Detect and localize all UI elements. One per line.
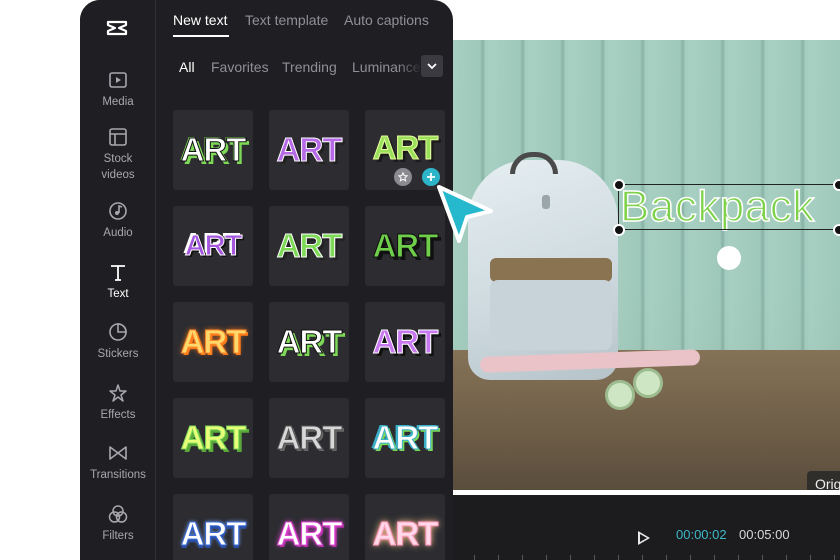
stickers-icon <box>109 323 127 341</box>
text-style-tile[interactable]: ART <box>365 302 445 382</box>
sidebar-item-transitions[interactable]: Transitions <box>80 443 156 483</box>
sidebar-item-label: Filters <box>102 530 134 542</box>
timeline-ruler[interactable] <box>450 555 840 560</box>
resize-handle-top-left[interactable] <box>613 179 625 191</box>
sidebar-item-effects[interactable]: Effects <box>80 383 156 423</box>
sidebar-item-filters[interactable]: Filters <box>80 504 156 544</box>
category-trending[interactable]: Trending <box>282 59 337 75</box>
stock-videos-icon <box>109 128 127 146</box>
capcut-logo-icon <box>106 20 128 36</box>
text-style-sample: ART <box>276 419 343 457</box>
sidebar-item-label: Stickers <box>97 348 139 360</box>
text-style-tile[interactable]: ART <box>269 494 349 560</box>
video-preview[interactable]: Backpack Orig <box>450 40 840 490</box>
text-style-sample: ART <box>276 227 343 265</box>
chevron-down-icon <box>427 63 437 70</box>
resize-handle-top-right[interactable] <box>833 179 840 191</box>
skateboard-wheel <box>605 380 635 410</box>
plus-icon <box>427 173 435 181</box>
audio-icon <box>109 202 127 220</box>
text-style-tile[interactable]: ART <box>269 398 349 478</box>
text-style-tile[interactable]: ART <box>269 206 349 286</box>
text-style-tile[interactable]: ART <box>173 110 253 190</box>
resize-handle-bottom-left[interactable] <box>613 224 625 236</box>
text-style-sample: ART <box>180 419 247 457</box>
sidebar-item-label: Transitions <box>90 469 146 481</box>
media-icon <box>109 72 127 88</box>
skateboard-wheel <box>633 368 663 398</box>
category-favorites[interactable]: Favorites <box>211 59 269 75</box>
backpack-zipper <box>542 195 550 209</box>
play-icon-inner <box>640 534 647 542</box>
player-controls: 00:00:02 00:05:00 <box>450 495 840 560</box>
text-style-sample: ART <box>180 323 247 361</box>
ratio-badge[interactable]: Orig <box>807 471 840 490</box>
text-style-tile[interactable]: ART <box>365 398 445 478</box>
tab-text-template[interactable]: Text template <box>245 12 328 28</box>
text-style-sample: ART <box>276 131 343 169</box>
sidebar-item-label: Effects <box>100 409 136 421</box>
text-style-sample: ART <box>184 230 243 263</box>
text-style-sample: ART <box>372 323 439 361</box>
sidebar-item-label: Text <box>107 288 129 300</box>
text-panel: Media Stock videos Audio Text Stickers E… <box>80 0 453 560</box>
sidebar-item-label: Stock videos <box>101 153 135 181</box>
pointer-cursor-icon <box>437 185 493 243</box>
effects-icon <box>109 384 127 402</box>
sidebar-item-label: Audio <box>103 227 133 239</box>
tab-auto-captions[interactable]: Auto captions <box>344 12 429 28</box>
text-style-sample: ART <box>372 515 439 553</box>
sidebar-item-media[interactable]: Media <box>80 70 156 110</box>
text-style-sample: ART <box>276 515 343 553</box>
text-style-tile[interactable]: ART <box>173 398 253 478</box>
app-window: Backpack Orig 00:00:02 00:05:00 Media St… <box>0 0 840 560</box>
tab-new-text[interactable]: New text <box>173 12 227 28</box>
text-style-sample: ART <box>180 131 247 169</box>
favorite-button[interactable] <box>394 168 412 186</box>
total-time: 00:05:00 <box>739 527 790 542</box>
category-all[interactable]: All <box>179 59 195 75</box>
current-time: 00:00:02 <box>676 527 727 542</box>
transitions-icon <box>109 446 127 460</box>
text-style-sample: ART <box>180 515 247 553</box>
sidebar-item-stickers[interactable]: Stickers <box>80 322 156 362</box>
active-tab-indicator <box>173 35 229 37</box>
category-fade <box>397 52 423 82</box>
text-icon <box>111 265 125 281</box>
backpack-strap <box>490 258 612 282</box>
text-style-sample: ART <box>276 323 343 361</box>
filters-icon <box>108 505 128 523</box>
star-icon <box>398 172 408 182</box>
sidebar: Media Stock videos Audio Text Stickers E… <box>80 0 156 560</box>
rotate-handle[interactable] <box>717 246 741 270</box>
text-style-tile[interactable]: ART <box>173 494 253 560</box>
text-style-tile[interactable]: ART <box>173 302 253 382</box>
selection-box[interactable] <box>618 184 840 230</box>
sidebar-item-audio[interactable]: Audio <box>80 201 156 241</box>
text-style-tile[interactable]: ART <box>269 110 349 190</box>
resize-handle-bottom-right[interactable] <box>833 224 840 236</box>
sidebar-item-label: Media <box>102 96 134 108</box>
sidebar-item-stock-videos[interactable]: Stock videos <box>80 127 156 183</box>
text-style-sample: ART <box>372 419 439 457</box>
text-style-tile[interactable]: ART <box>173 206 253 286</box>
backpack-pocket <box>490 280 612 350</box>
text-style-tile[interactable]: ART <box>269 302 349 382</box>
text-style-tile[interactable]: ART <box>365 494 445 560</box>
category-dropdown-button[interactable] <box>421 55 443 77</box>
sidebar-item-text[interactable]: Text <box>80 262 156 302</box>
